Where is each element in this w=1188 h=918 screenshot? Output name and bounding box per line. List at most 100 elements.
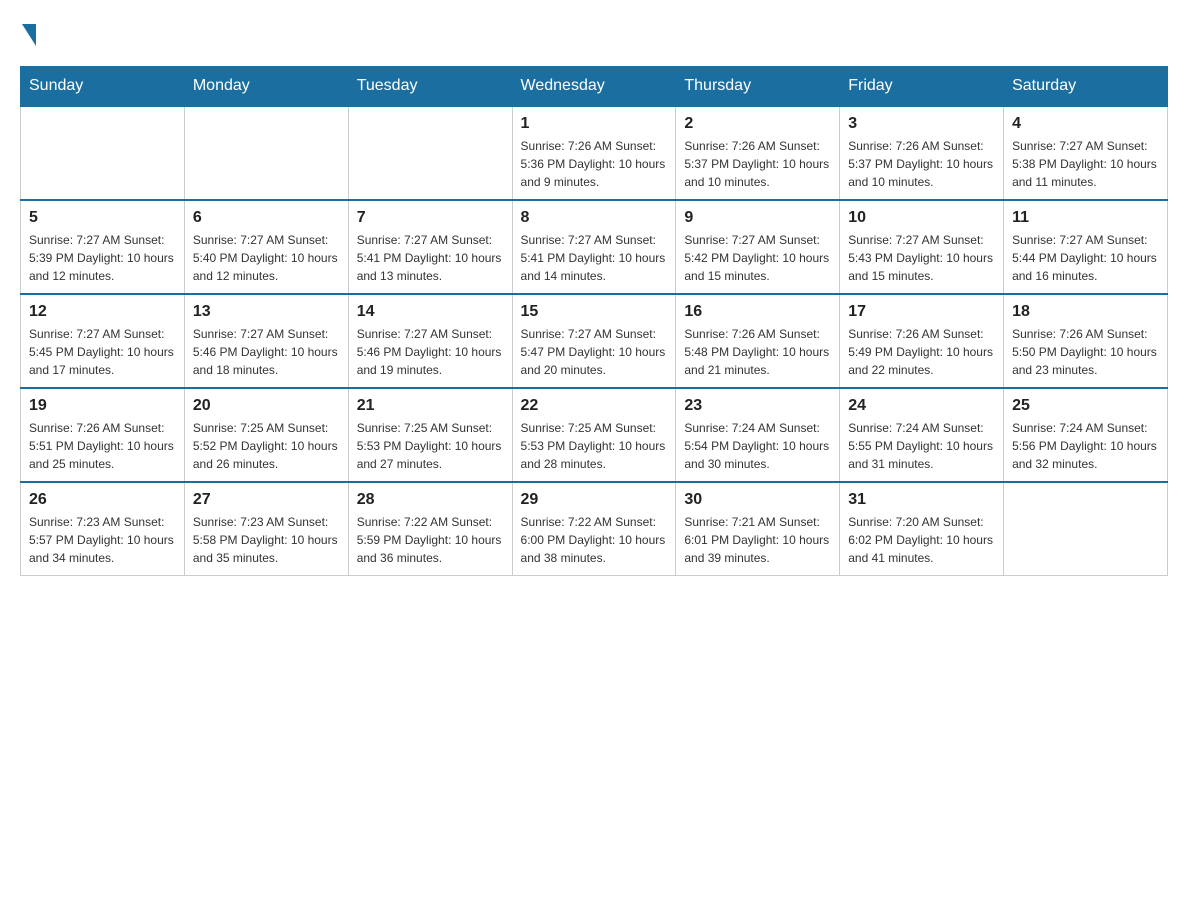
page-header — [20, 20, 1168, 46]
day-number: 13 — [193, 303, 340, 321]
day-info: Sunrise: 7:27 AM Sunset: 5:39 PM Dayligh… — [29, 231, 176, 285]
day-number: 19 — [29, 397, 176, 415]
day-number: 27 — [193, 491, 340, 509]
day-number: 1 — [521, 115, 668, 133]
calendar-cell: 9 Sunrise: 7:27 AM Sunset: 5:42 PM Daylig… — [676, 200, 840, 294]
calendar-cell: 18 Sunrise: 7:26 AM Sunset: 5:50 PM Dayli… — [1004, 294, 1168, 388]
calendar-cell: 11 Sunrise: 7:27 AM Sunset: 5:44 PM Dayli… — [1004, 200, 1168, 294]
column-header-friday: Friday — [840, 67, 1004, 107]
day-info: Sunrise: 7:27 AM Sunset: 5:46 PM Dayligh… — [193, 325, 340, 379]
day-number: 17 — [848, 303, 995, 321]
day-info: Sunrise: 7:27 AM Sunset: 5:45 PM Dayligh… — [29, 325, 176, 379]
calendar-cell: 29 Sunrise: 7:22 AM Sunset: 6:00 PM Dayli… — [512, 482, 676, 576]
day-number: 22 — [521, 397, 668, 415]
day-number: 15 — [521, 303, 668, 321]
column-header-sunday: Sunday — [21, 67, 185, 107]
column-header-wednesday: Wednesday — [512, 67, 676, 107]
day-number: 5 — [29, 209, 176, 227]
day-number: 31 — [848, 491, 995, 509]
day-number: 29 — [521, 491, 668, 509]
calendar-cell — [348, 106, 512, 200]
calendar-cell: 8 Sunrise: 7:27 AM Sunset: 5:41 PM Daylig… — [512, 200, 676, 294]
calendar-cell — [184, 106, 348, 200]
column-header-thursday: Thursday — [676, 67, 840, 107]
day-info: Sunrise: 7:27 AM Sunset: 5:42 PM Dayligh… — [684, 231, 831, 285]
column-header-tuesday: Tuesday — [348, 67, 512, 107]
calendar-cell: 24 Sunrise: 7:24 AM Sunset: 5:55 PM Dayli… — [840, 388, 1004, 482]
day-number: 24 — [848, 397, 995, 415]
week-row-5: 26Sunrise: 7:23 AM Sunset: 5:57 PM Dayli… — [21, 482, 1168, 576]
day-info: Sunrise: 7:23 AM Sunset: 5:58 PM Dayligh… — [193, 513, 340, 567]
day-info: Sunrise: 7:24 AM Sunset: 5:55 PM Dayligh… — [848, 419, 995, 473]
day-number: 18 — [1012, 303, 1159, 321]
day-number: 12 — [29, 303, 176, 321]
day-number: 23 — [684, 397, 831, 415]
day-number: 28 — [357, 491, 504, 509]
calendar-cell: 19 Sunrise: 7:26 AM Sunset: 5:51 PM Dayli… — [21, 388, 185, 482]
day-number: 11 — [1012, 209, 1159, 227]
day-info: Sunrise: 7:21 AM Sunset: 6:01 PM Dayligh… — [684, 513, 831, 567]
day-number: 21 — [357, 397, 504, 415]
day-info: Sunrise: 7:26 AM Sunset: 5:50 PM Dayligh… — [1012, 325, 1159, 379]
day-number: 10 — [848, 209, 995, 227]
calendar-cell: 28Sunrise: 7:22 AM Sunset: 5:59 PM Dayli… — [348, 482, 512, 576]
day-info: Sunrise: 7:26 AM Sunset: 5:49 PM Dayligh… — [848, 325, 995, 379]
logo-triangle-icon — [22, 24, 36, 46]
day-info: Sunrise: 7:25 AM Sunset: 5:53 PM Dayligh… — [357, 419, 504, 473]
calendar-cell — [1004, 482, 1168, 576]
calendar-cell: 1 Sunrise: 7:26 AM Sunset: 5:36 PM Daylig… — [512, 106, 676, 200]
day-info: Sunrise: 7:27 AM Sunset: 5:41 PM Dayligh… — [357, 231, 504, 285]
calendar-cell: 26Sunrise: 7:23 AM Sunset: 5:57 PM Dayli… — [21, 482, 185, 576]
day-number: 7 — [357, 209, 504, 227]
calendar-cell: 15Sunrise: 7:27 AM Sunset: 5:47 PM Dayli… — [512, 294, 676, 388]
day-info: Sunrise: 7:24 AM Sunset: 5:56 PM Dayligh… — [1012, 419, 1159, 473]
week-row-1: 1 Sunrise: 7:26 AM Sunset: 5:36 PM Daylig… — [21, 106, 1168, 200]
calendar-cell: 16Sunrise: 7:26 AM Sunset: 5:48 PM Dayli… — [676, 294, 840, 388]
day-info: Sunrise: 7:25 AM Sunset: 5:52 PM Dayligh… — [193, 419, 340, 473]
calendar-cell: 22 Sunrise: 7:25 AM Sunset: 5:53 PM Dayli… — [512, 388, 676, 482]
calendar-cell: 17 Sunrise: 7:26 AM Sunset: 5:49 PM Dayli… — [840, 294, 1004, 388]
calendar-cell: 31 Sunrise: 7:20 AM Sunset: 6:02 PM Dayli… — [840, 482, 1004, 576]
calendar-cell: 10 Sunrise: 7:27 AM Sunset: 5:43 PM Dayli… — [840, 200, 1004, 294]
column-header-saturday: Saturday — [1004, 67, 1168, 107]
day-number: 14 — [357, 303, 504, 321]
day-info: Sunrise: 7:20 AM Sunset: 6:02 PM Dayligh… — [848, 513, 995, 567]
day-info: Sunrise: 7:26 AM Sunset: 5:37 PM Dayligh… — [848, 137, 995, 191]
week-row-2: 5 Sunrise: 7:27 AM Sunset: 5:39 PM Daylig… — [21, 200, 1168, 294]
calendar-cell: 14 Sunrise: 7:27 AM Sunset: 5:46 PM Dayli… — [348, 294, 512, 388]
calendar-cell: 20 Sunrise: 7:25 AM Sunset: 5:52 PM Dayli… — [184, 388, 348, 482]
day-info: Sunrise: 7:26 AM Sunset: 5:51 PM Dayligh… — [29, 419, 176, 473]
day-info: Sunrise: 7:24 AM Sunset: 5:54 PM Dayligh… — [684, 419, 831, 473]
calendar-cell: 27 Sunrise: 7:23 AM Sunset: 5:58 PM Dayli… — [184, 482, 348, 576]
week-row-3: 12 Sunrise: 7:27 AM Sunset: 5:45 PM Dayli… — [21, 294, 1168, 388]
day-info: Sunrise: 7:27 AM Sunset: 5:46 PM Dayligh… — [357, 325, 504, 379]
day-number: 3 — [848, 115, 995, 133]
day-info: Sunrise: 7:23 AM Sunset: 5:57 PM Dayligh… — [29, 513, 176, 567]
calendar-cell: 21 Sunrise: 7:25 AM Sunset: 5:53 PM Dayli… — [348, 388, 512, 482]
calendar-table: SundayMondayTuesdayWednesdayThursdayFrid… — [20, 66, 1168, 576]
calendar-cell: 7 Sunrise: 7:27 AM Sunset: 5:41 PM Daylig… — [348, 200, 512, 294]
day-number: 9 — [684, 209, 831, 227]
calendar-cell: 5 Sunrise: 7:27 AM Sunset: 5:39 PM Daylig… — [21, 200, 185, 294]
calendar-cell: 4Sunrise: 7:27 AM Sunset: 5:38 PM Daylig… — [1004, 106, 1168, 200]
day-info: Sunrise: 7:22 AM Sunset: 6:00 PM Dayligh… — [521, 513, 668, 567]
day-info: Sunrise: 7:25 AM Sunset: 5:53 PM Dayligh… — [521, 419, 668, 473]
calendar-cell: 2Sunrise: 7:26 AM Sunset: 5:37 PM Daylig… — [676, 106, 840, 200]
day-number: 8 — [521, 209, 668, 227]
logo — [20, 20, 36, 46]
calendar-cell: 6 Sunrise: 7:27 AM Sunset: 5:40 PM Daylig… — [184, 200, 348, 294]
column-header-monday: Monday — [184, 67, 348, 107]
day-info: Sunrise: 7:26 AM Sunset: 5:37 PM Dayligh… — [684, 137, 831, 191]
day-info: Sunrise: 7:27 AM Sunset: 5:40 PM Dayligh… — [193, 231, 340, 285]
day-number: 20 — [193, 397, 340, 415]
day-number: 6 — [193, 209, 340, 227]
calendar-header-row: SundayMondayTuesdayWednesdayThursdayFrid… — [21, 67, 1168, 107]
calendar-cell: 30Sunrise: 7:21 AM Sunset: 6:01 PM Dayli… — [676, 482, 840, 576]
day-info: Sunrise: 7:26 AM Sunset: 5:36 PM Dayligh… — [521, 137, 668, 191]
day-info: Sunrise: 7:27 AM Sunset: 5:44 PM Dayligh… — [1012, 231, 1159, 285]
day-info: Sunrise: 7:27 AM Sunset: 5:43 PM Dayligh… — [848, 231, 995, 285]
day-number: 25 — [1012, 397, 1159, 415]
calendar-cell: 13 Sunrise: 7:27 AM Sunset: 5:46 PM Dayli… — [184, 294, 348, 388]
day-info: Sunrise: 7:27 AM Sunset: 5:41 PM Dayligh… — [521, 231, 668, 285]
day-info: Sunrise: 7:26 AM Sunset: 5:48 PM Dayligh… — [684, 325, 831, 379]
